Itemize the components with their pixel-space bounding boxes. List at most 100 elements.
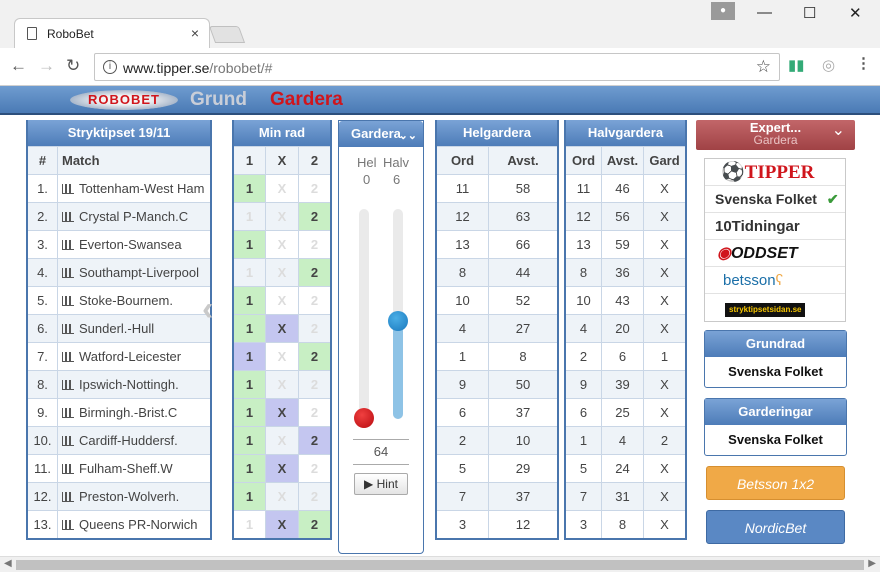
pick-1[interactable]: 1	[234, 399, 266, 426]
match-name[interactable]: Watford-Leicester	[58, 343, 210, 370]
minimize-button[interactable]: —	[757, 4, 772, 21]
pick-2[interactable]: 2	[299, 259, 330, 286]
betsson-1x2-button[interactable]: Betsson 1x2	[706, 466, 845, 500]
extension-icon[interactable]: ◎	[822, 56, 835, 74]
pick-x[interactable]: X	[266, 203, 299, 230]
horizontal-scrollbar[interactable]: ◀ ▶	[0, 556, 880, 572]
pick-x[interactable]: X	[266, 455, 299, 482]
hel-slider-knob[interactable]	[354, 408, 374, 428]
pick-1[interactable]: 1	[234, 371, 266, 398]
chart-bar-icon[interactable]	[62, 212, 74, 222]
close-window-button[interactable]: ✕	[849, 4, 862, 22]
back-arrow-icon[interactable]: ←	[10, 56, 27, 76]
match-name[interactable]: Cardiff-Huddersf.	[58, 427, 210, 454]
pick-2[interactable]: 2	[299, 427, 330, 454]
pick-2[interactable]: 2	[299, 203, 330, 230]
table-row[interactable]: 6. Sunderl.-Hull	[28, 314, 210, 342]
pick-1[interactable]: 1	[234, 287, 266, 314]
table-row[interactable]: 11. Fulham-Sheff.W	[28, 454, 210, 482]
pick-x[interactable]: X	[266, 427, 299, 454]
table-row[interactable]: 5. Stoke-Bournem.	[28, 286, 210, 314]
tab-close-icon[interactable]: ×	[191, 25, 199, 41]
pick-1[interactable]: 1	[234, 315, 266, 342]
table-row[interactable]: 4. Southampt-Liverpool	[28, 258, 210, 286]
pick-1[interactable]: 1	[234, 455, 266, 482]
garderingar-box[interactable]: Garderingar Svenska Folket	[704, 398, 847, 456]
source-10tidningar[interactable]: 10Tidningar	[705, 213, 845, 240]
table-row[interactable]: 10. Cardiff-Huddersf.	[28, 426, 210, 454]
robobet-logo[interactable]: ROBOBET	[70, 90, 178, 110]
source-svenska-folket[interactable]: Svenska Folket ✔	[705, 186, 845, 213]
pick-2[interactable]: 2	[299, 175, 330, 202]
pick-1[interactable]: 1	[234, 483, 266, 510]
source-stryktipsetsidan[interactable]: stryktipsetsidan.se	[705, 294, 845, 321]
pick-2[interactable]: 2	[299, 287, 330, 314]
info-icon[interactable]: i	[103, 60, 117, 74]
menu-dots-icon[interactable]: ⋮	[856, 54, 871, 72]
address-bar[interactable]: i www.tipper.se/robobet/# ☆	[94, 53, 780, 81]
table-row[interactable]: 8. Ipswich-Nottingh.	[28, 370, 210, 398]
chart-bar-icon[interactable]	[62, 184, 74, 194]
pick-1[interactable]: 1	[234, 259, 266, 286]
pick-x[interactable]: X	[266, 343, 299, 370]
pick-1[interactable]: 1	[234, 231, 266, 258]
pick-1[interactable]: 1	[234, 511, 266, 538]
forward-arrow-icon[interactable]: →	[38, 56, 55, 76]
grundrad-box[interactable]: Grundrad Svenska Folket	[704, 330, 847, 388]
chart-extension-icon[interactable]: ▮▮	[788, 56, 805, 74]
chart-bar-icon[interactable]	[62, 240, 74, 250]
match-name[interactable]: Southampt-Liverpool	[58, 259, 210, 286]
halv-slider-knob[interactable]	[388, 311, 408, 331]
pick-x[interactable]: X	[266, 371, 299, 398]
source-oddset[interactable]: ◉ODDSET	[705, 240, 845, 267]
pick-2[interactable]: 2	[299, 315, 330, 342]
table-row[interactable]: 7. Watford-Leicester	[28, 342, 210, 370]
chart-bar-icon[interactable]	[62, 352, 74, 362]
table-row[interactable]: 12. Preston-Wolverh.	[28, 482, 210, 510]
pick-1[interactable]: 1	[234, 427, 266, 454]
scroll-left-arrow[interactable]: ◀	[4, 558, 12, 569]
pick-x[interactable]: X	[266, 287, 299, 314]
reload-icon[interactable]: ↻	[66, 56, 80, 76]
expert-gardera-button[interactable]: Expert... Gardera ⌄	[696, 120, 855, 150]
bookmark-star-icon[interactable]: ☆	[756, 57, 771, 77]
pick-x[interactable]: X	[266, 175, 299, 202]
user-profile-icon[interactable]: ●	[711, 2, 735, 20]
match-name[interactable]: Tottenham-West Ham	[58, 175, 210, 202]
chart-bar-icon[interactable]	[62, 492, 74, 502]
pick-x[interactable]: X	[266, 259, 299, 286]
chart-bar-icon[interactable]	[62, 464, 74, 474]
pick-2[interactable]: 2	[299, 483, 330, 510]
pick-x[interactable]: X	[266, 231, 299, 258]
match-name[interactable]: Birmingh.-Brist.C	[58, 399, 210, 426]
scroll-right-arrow[interactable]: ▶	[868, 558, 876, 569]
match-name[interactable]: Queens PR-Norwich	[58, 511, 210, 538]
table-row[interactable]: 2. Crystal P-Manch.C	[28, 202, 210, 230]
source-betsson[interactable]: betssonʕ	[705, 267, 845, 294]
pick-1[interactable]: 1	[234, 203, 266, 230]
hel-slider-track[interactable]	[359, 209, 369, 419]
pick-2[interactable]: 2	[299, 371, 330, 398]
match-name[interactable]: Ipswich-Nottingh.	[58, 371, 210, 398]
gardera-tab[interactable]: Gardera	[270, 89, 343, 111]
new-tab-button[interactable]	[208, 26, 246, 43]
chart-bar-icon[interactable]	[62, 324, 74, 334]
chart-bar-icon[interactable]	[62, 380, 74, 390]
pick-x[interactable]: X	[266, 483, 299, 510]
match-name[interactable]: Stoke-Bournem.	[58, 287, 210, 314]
pick-1[interactable]: 1	[234, 343, 266, 370]
nordicbet-button[interactable]: NordicBet	[706, 510, 845, 544]
table-row[interactable]: 1. Tottenham-West Ham	[28, 174, 210, 202]
chart-bar-icon[interactable]	[62, 520, 74, 530]
pick-2[interactable]: 2	[299, 231, 330, 258]
match-name[interactable]: Fulham-Sheff.W	[58, 455, 210, 482]
pick-x[interactable]: X	[266, 511, 299, 538]
match-name[interactable]: Crystal P-Manch.C	[58, 203, 210, 230]
chart-bar-icon[interactable]	[62, 268, 74, 278]
grund-tab[interactable]: Grund	[190, 89, 247, 111]
chart-bar-icon[interactable]	[62, 408, 74, 418]
match-name[interactable]: Preston-Wolverh.	[58, 483, 210, 510]
match-name[interactable]: Everton-Swansea	[58, 231, 210, 258]
chart-bar-icon[interactable]	[62, 296, 74, 306]
pick-2[interactable]: 2	[299, 343, 330, 370]
